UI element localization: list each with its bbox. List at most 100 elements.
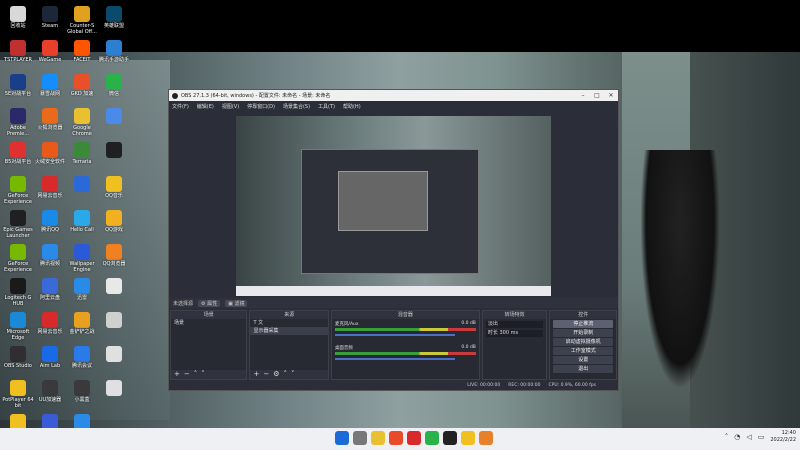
desktop-icon[interactable]: 火狐浏览器: [32, 106, 68, 140]
desktop-icon[interactable]: FACEIT: [64, 38, 100, 72]
desktop-icon[interactable]: Aim Lab: [32, 344, 68, 378]
desktop-icon[interactable]: 火绒安全软件: [32, 140, 68, 174]
app-icon: [106, 108, 122, 124]
scene-item[interactable]: 场景: [171, 319, 246, 327]
app-icon: [42, 278, 58, 294]
desktop-icon[interactable]: GeForce Experience: [0, 242, 36, 276]
desktop-icon[interactable]: [96, 378, 132, 412]
settings-button[interactable]: 设置: [553, 356, 613, 364]
menu-edit[interactable]: 编辑(E): [197, 103, 214, 110]
desktop-icon[interactable]: Counter-S Global Off...: [64, 4, 100, 38]
obs-window[interactable]: OBS 27.1.3 (64-bit, windows) - 配置文件: 未命名…: [168, 89, 619, 391]
app-icon: [106, 278, 122, 294]
desktop-icon[interactable]: 网易云音乐: [32, 174, 68, 208]
desktop-icon[interactable]: QQ浏览器: [96, 242, 132, 276]
search-icon[interactable]: [353, 431, 367, 445]
source-item-display-capture[interactable]: 显示器采集: [250, 327, 328, 335]
network-icon[interactable]: ◔: [734, 433, 740, 441]
app-icon: [74, 108, 90, 124]
desktop-icon[interactable]: 网易云音乐: [32, 310, 68, 344]
desktop-icon[interactable]: 金铲铲之战: [64, 310, 100, 344]
desktop-icon[interactable]: OBS Studio: [0, 344, 36, 378]
desktop-icon[interactable]: [96, 276, 132, 310]
battery-icon[interactable]: ▭: [758, 433, 765, 441]
close-icon[interactable]: ✕: [604, 92, 618, 99]
desktop-icon[interactable]: Wallpaper Engine: [64, 242, 100, 276]
desktop-icon[interactable]: WeGame: [32, 38, 68, 72]
menu-tools[interactable]: 工具(T): [318, 103, 335, 110]
clock-date: 2022/2/22: [770, 437, 796, 443]
desktop-icon[interactable]: UU加速器: [32, 378, 68, 412]
desktop-icon[interactable]: 腾讯会议: [64, 344, 100, 378]
desktop-icon[interactable]: GeForce Experience: [0, 174, 36, 208]
stop-streaming-button[interactable]: 停止推流: [553, 320, 613, 328]
volume-icon[interactable]: ◁: [746, 433, 751, 441]
desktop-icon[interactable]: 暴雪战网: [32, 72, 68, 106]
wechat-icon[interactable]: [425, 431, 439, 445]
desktop-icon-label: 网易云音乐: [37, 329, 63, 335]
source-item-text[interactable]: T 文: [250, 319, 327, 327]
transition-type-select[interactable]: 淡出: [485, 321, 544, 328]
desktop-icon[interactable]: 腾讯QQ: [32, 208, 68, 242]
desktop-icon[interactable]: [96, 344, 132, 378]
desktop-icon[interactable]: [96, 106, 132, 140]
desktop-icon[interactable]: 腾讯视频: [32, 242, 68, 276]
chrome-icon[interactable]: [389, 431, 403, 445]
obs-titlebar[interactable]: OBS 27.1.3 (64-bit, windows) - 配置文件: 未命名…: [169, 90, 618, 101]
obs-preview[interactable]: [236, 116, 551, 296]
volume-slider[interactable]: [334, 358, 455, 360]
desktop-icon[interactable]: Adobe Premie...: [0, 106, 36, 140]
desktop-icon[interactable]: 腾讯手游助手: [96, 38, 132, 72]
minimize-icon[interactable]: –: [576, 92, 590, 99]
menu-scene-collection[interactable]: 场景集合(S): [283, 103, 310, 110]
desktop-icon[interactable]: Logitech G HUB: [0, 276, 36, 310]
studio-mode-button[interactable]: 工作室模式: [553, 347, 613, 355]
transition-duration-field[interactable]: 时长 300 ms: [485, 330, 544, 337]
menu-file[interactable]: 文件(F): [172, 103, 189, 110]
app-taskbar-icon[interactable]: [479, 431, 493, 445]
obs-taskbar-icon[interactable]: [443, 431, 457, 445]
desktop-icon[interactable]: Microsoft Edge: [0, 310, 36, 344]
desktop-icon[interactable]: Hello Call: [64, 208, 100, 242]
chevron-up-icon[interactable]: ˄: [725, 433, 729, 441]
desktop-icon[interactable]: PotPlayer 64 bit: [0, 378, 36, 412]
desktop-icon[interactable]: TSTPLAYER: [0, 38, 36, 72]
desktop-icon[interactable]: 英雄联盟: [96, 4, 132, 38]
start-recording-button[interactable]: 开始录制: [553, 329, 613, 337]
desktop-icon[interactable]: B5对战平台: [0, 140, 36, 174]
sources-dock-toolbar[interactable]: +−⚙˄˅: [250, 370, 328, 379]
desktop-icon[interactable]: GKD 加速: [64, 72, 100, 106]
start-virtual-camera-button[interactable]: 启动虚拟摄像机: [553, 338, 613, 346]
menu-docks[interactable]: 停靠窗口(D): [247, 103, 275, 110]
desktop-icon[interactable]: [96, 310, 132, 344]
volume-slider[interactable]: [334, 334, 455, 336]
file-explorer-icon[interactable]: [371, 431, 385, 445]
properties-button[interactable]: ⚙ 属性: [198, 299, 221, 307]
sources-dock-title: 来源: [250, 311, 328, 319]
menu-view[interactable]: 视图(V): [222, 103, 239, 110]
filters-button[interactable]: ▣ 滤镜: [225, 299, 248, 307]
start-icon[interactable]: [335, 431, 349, 445]
desktop-icon[interactable]: 回收站: [0, 4, 36, 38]
desktop-icon[interactable]: 迅雷: [64, 276, 100, 310]
properties-label: 属性: [207, 300, 218, 307]
desktop-icon[interactable]: Google Chrome: [64, 106, 100, 140]
desktop-icon[interactable]: 小黑盒: [64, 378, 100, 412]
desktop-icon[interactable]: 微信: [96, 72, 132, 106]
clock[interactable]: 12:40 2022/2/22: [770, 430, 796, 444]
desktop-icon[interactable]: Epic Games Launcher: [0, 208, 36, 242]
exit-button[interactable]: 退出: [553, 365, 613, 373]
desktop-icon[interactable]: [96, 140, 132, 174]
desktop-icon[interactable]: QQ游戏: [96, 208, 132, 242]
desktop-icon[interactable]: 5E对战平台: [0, 72, 36, 106]
desktop-icon[interactable]: Steam: [32, 4, 68, 38]
scenes-dock-toolbar[interactable]: +−˄˅: [171, 370, 247, 379]
menu-help[interactable]: 帮助(H): [343, 103, 361, 110]
desktop-icon[interactable]: Terraria: [64, 140, 100, 174]
desktop-icon[interactable]: [64, 174, 100, 208]
maximize-icon[interactable]: □: [590, 92, 604, 99]
qq-music-icon[interactable]: [461, 431, 475, 445]
desktop-icon[interactable]: 阿里云盘: [32, 276, 68, 310]
desktop-icon[interactable]: QQ音乐: [96, 174, 132, 208]
netease-music-icon[interactable]: [407, 431, 421, 445]
